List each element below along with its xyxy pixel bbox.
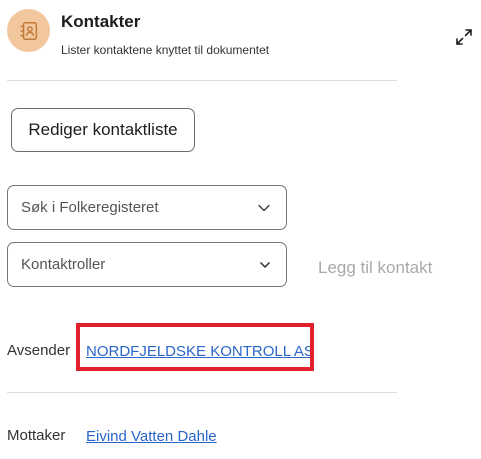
add-contact-button[interactable]: Legg til kontakt [318, 258, 432, 278]
address-book-icon [19, 21, 37, 40]
sender-contact-link[interactable]: NORDFJELDSKE KONTROLL AS [86, 343, 314, 360]
edit-contact-list-button[interactable]: Rediger kontaktliste [11, 108, 195, 152]
panel-title: Kontakter [61, 12, 141, 31]
recipient-label: Mottaker [7, 427, 66, 444]
chevron-down-icon [260, 261, 270, 268]
panel-subtitle: Lister kontaktene knyttet til dokumentet [61, 43, 270, 57]
expand-arrows-icon [456, 29, 472, 45]
header-divider [7, 80, 397, 81]
recipient-contact-link[interactable]: Eivind Vatten Dahle [86, 428, 217, 445]
expand-button[interactable] [452, 25, 476, 49]
search-registry-label: Søk i Folkeregisteret [21, 199, 159, 216]
contacts-icon-badge [7, 9, 50, 52]
sender-label: Avsender [7, 342, 71, 359]
contact-roles-label: Kontaktroller [21, 256, 106, 273]
section-divider [7, 392, 397, 393]
chevron-down-icon [258, 204, 270, 212]
search-registry-select[interactable]: Søk i Folkeregisteret [7, 185, 287, 230]
contact-roles-select[interactable]: Kontaktroller [7, 242, 287, 287]
